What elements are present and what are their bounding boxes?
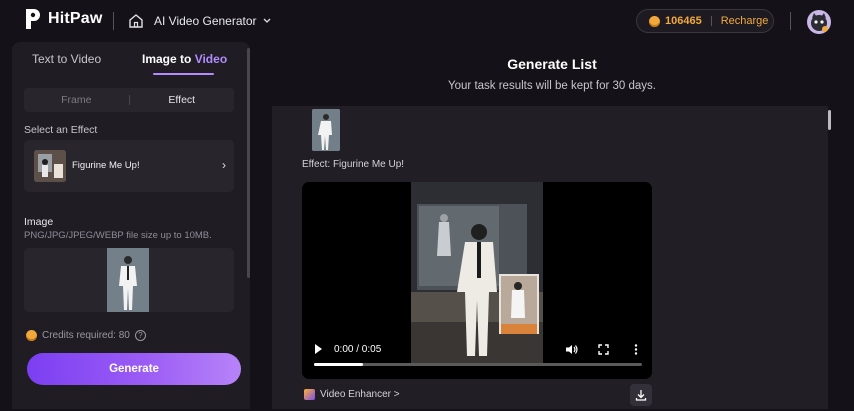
home-icon[interactable] (128, 13, 144, 29)
help-icon[interactable]: ? (134, 330, 146, 341)
segment-effect[interactable]: Effect (130, 94, 235, 106)
mode-tabs: Text to Video Image to Video (12, 42, 250, 76)
page-title: Generate List (507, 56, 597, 72)
volume-icon[interactable] (566, 344, 578, 355)
tab-text-to-video[interactable]: Text to Video (32, 52, 101, 66)
video-controls: 0:00 / 0:05 (302, 334, 652, 379)
coin-icon (649, 15, 660, 27)
top-bar: HitPaw AI Video Generator 106465 Recharg… (0, 0, 854, 42)
frame-effect-switch: Frame Effect (24, 88, 234, 112)
image-label: Image (24, 216, 54, 228)
generate-button[interactable]: Generate (27, 353, 241, 385)
product-dropdown[interactable]: AI Video Generator (154, 14, 271, 28)
pill-divider (710, 16, 712, 26)
effect-thumbnail-image (34, 150, 66, 182)
download-icon (635, 390, 647, 401)
tab-image-to-video-label: Image to (142, 52, 195, 66)
video-progress-bar[interactable] (314, 363, 642, 366)
effect-name: Figurine Me Up! (72, 160, 140, 171)
effect-selector[interactable]: Figurine Me Up! › (24, 140, 234, 192)
credit-balance: 106465 (665, 15, 702, 27)
source-thumbnail[interactable] (312, 109, 340, 151)
image-upload-area[interactable] (24, 248, 234, 312)
tab-image-to-video[interactable]: Image to Video (142, 52, 227, 66)
play-icon[interactable] (314, 344, 323, 354)
credits-required: Credits required: 80 ? (26, 330, 146, 341)
hitpaw-logo-icon (26, 9, 40, 29)
result-effect-label: Effect: Figurine Me Up! (302, 159, 405, 170)
header-divider (113, 12, 114, 30)
video-player[interactable]: 0:00 / 0:05 (302, 182, 652, 379)
download-button[interactable] (630, 384, 652, 406)
credits-pill[interactable]: 106465 Recharge (636, 9, 774, 33)
video-time: 0:00 / 0:05 (334, 344, 382, 355)
right-scrollbar[interactable] (828, 110, 831, 130)
video-progress-fill (314, 363, 364, 366)
recharge-link[interactable]: Recharge (721, 15, 769, 27)
result-card: Effect: Figurine Me Up! 0:00 / 0:05 Vide… (272, 106, 828, 409)
coin-icon-small (26, 330, 37, 341)
more-options-icon[interactable] (634, 344, 638, 355)
segment-frame[interactable]: Frame (24, 94, 129, 106)
generate-list-header: Generate List Your task results will be … (250, 42, 854, 106)
product-title: AI Video Generator (154, 14, 257, 28)
uploaded-image-person (107, 248, 149, 312)
active-tab-indicator (153, 73, 214, 75)
page-subtitle: Your task results will be kept for 30 da… (448, 80, 656, 92)
video-enhancer-icon (304, 389, 315, 400)
header-divider-right (790, 12, 791, 30)
uploaded-image (107, 248, 149, 312)
video-enhancer-label: Video Enhancer > (320, 389, 400, 400)
chevron-down-icon (263, 18, 270, 23)
chevron-right-icon: › (222, 158, 226, 172)
fullscreen-icon[interactable] (598, 344, 609, 355)
effect-thumbnail (34, 150, 66, 182)
video-enhancer-link[interactable]: Video Enhancer > (304, 389, 400, 400)
left-panel: Text to Video Image to Video Frame Effec… (12, 42, 250, 409)
image-hint: PNG/JPG/JPEG/WEBP file size up to 10MB. (24, 230, 212, 241)
brand-name: HitPaw (48, 10, 103, 27)
source-thumbnail-person (312, 109, 340, 151)
credits-required-text: Credits required: 80 (42, 330, 130, 341)
tab-image-to-video-highlight: Video (194, 52, 228, 66)
avatar[interactable] (807, 10, 831, 34)
hitpaw-logo[interactable]: HitPaw (24, 8, 103, 30)
avatar-cat-icon (811, 13, 828, 32)
select-effect-label: Select an Effect (24, 124, 98, 136)
